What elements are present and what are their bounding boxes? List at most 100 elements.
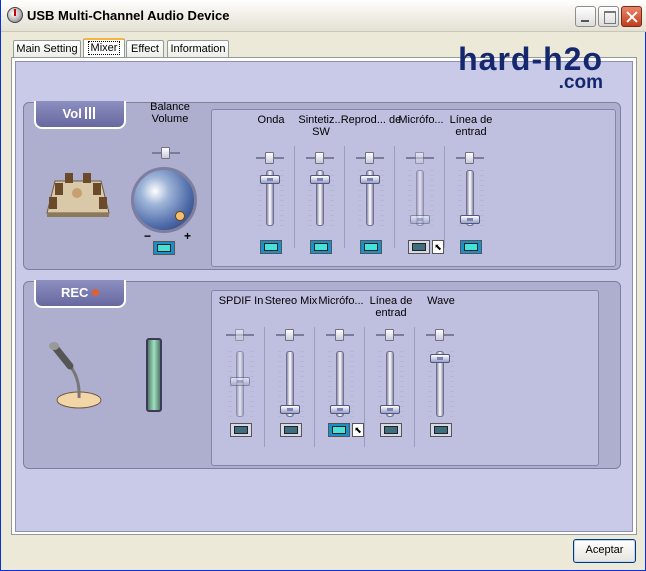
slider-ticks — [330, 170, 334, 226]
title-bar: USB Multi-Channel Audio Device — [1, 0, 646, 32]
slider-ticks — [280, 170, 284, 226]
slider-ticks — [300, 351, 304, 417]
channel-mute-button[interactable] — [310, 240, 332, 254]
recording-section-tab: REC — [34, 280, 126, 308]
balance-slider-thumb[interactable] — [465, 152, 474, 164]
channel-strip: Línea de entrad — [446, 114, 496, 264]
channel-mute-button[interactable] — [260, 240, 282, 254]
recording-channels: SPDIF In Stereo Mix Micrófo... ⬉ Línea de en… — [211, 290, 599, 466]
channel-mute-button[interactable] — [360, 240, 382, 254]
speaker-mute-icon — [264, 243, 278, 251]
volume-slider-thumb[interactable] — [280, 405, 300, 415]
channel-balance-slider[interactable] — [306, 152, 334, 164]
record-dot-icon — [92, 289, 100, 296]
channel-mute-button[interactable] — [460, 240, 482, 254]
balance-slider[interactable] — [152, 147, 180, 159]
volume-slider-thumb[interactable] — [430, 353, 450, 363]
balance-slider-thumb[interactable] — [161, 147, 170, 159]
maximize-button[interactable] — [598, 6, 619, 27]
balance-slider-thumb[interactable] — [285, 329, 294, 341]
channel-divider — [444, 146, 445, 248]
channel-divider — [364, 327, 365, 447]
tab-mixer[interactable]: Mixer — [83, 38, 125, 58]
channel-strip: Reprod... de — [341, 114, 401, 264]
window: USB Multi-Channel Audio Device Main Sett… — [0, 0, 646, 571]
recording-level-meter — [146, 338, 162, 412]
channel-divider — [294, 146, 295, 248]
close-button[interactable] — [621, 6, 642, 27]
record-select-icon[interactable]: ⬉ — [352, 423, 364, 437]
channel-strip: SPDIF In — [216, 295, 266, 463]
recording-section: REC SPDIF In Stereo Mix Micrófo... ⬉ Línea d… — [23, 280, 621, 469]
channel-strip: Wave — [416, 295, 466, 463]
channel-mute-button[interactable] — [230, 423, 252, 437]
balance-slider-thumb[interactable] — [335, 329, 344, 341]
slider-ticks — [450, 351, 454, 417]
volume-slider-thumb[interactable] — [330, 405, 350, 415]
balance-slider-thumb[interactable] — [385, 329, 394, 341]
channel-balance-slider[interactable] — [406, 152, 434, 164]
speaker-mute-icon — [314, 243, 328, 251]
volume-slider-thumb[interactable] — [360, 174, 380, 184]
channel-mute-button[interactable] — [408, 240, 430, 254]
volume-slider-thumb[interactable] — [230, 376, 250, 386]
accept-button[interactable]: Aceptar — [573, 539, 636, 563]
channel-divider — [264, 327, 265, 447]
playback-section-tab: Vol — [34, 101, 126, 129]
channel-strip: Línea de entrad — [366, 295, 416, 463]
channel-strip: Stereo Mix — [265, 295, 317, 463]
channel-balance-slider[interactable] — [456, 152, 484, 164]
channel-strip: Onda — [246, 114, 296, 264]
channel-strip: Sintetiz... SW — [296, 114, 346, 264]
channel-mute-button[interactable] — [380, 423, 402, 437]
balance-slider-thumb[interactable] — [415, 152, 424, 164]
volume-slider-thumb[interactable] — [410, 214, 430, 224]
channel-mute-button[interactable] — [280, 423, 302, 437]
audio-device-icon[interactable] — [7, 7, 23, 23]
channel-balance-slider[interactable] — [326, 329, 354, 341]
balance-slider-thumb[interactable] — [265, 152, 274, 164]
balance-slider-thumb[interactable] — [235, 329, 244, 341]
channel-balance-slider[interactable] — [276, 329, 304, 341]
slider-ticks — [430, 170, 434, 226]
balance-volume-label: Balance Volume — [150, 101, 190, 125]
channel-mute-button[interactable] — [328, 423, 350, 437]
tab-label: Effect — [131, 43, 159, 55]
tab-label: Main Setting — [16, 43, 78, 55]
tab-main-setting[interactable]: Main Setting — [13, 40, 81, 58]
tab-effect[interactable]: Effect — [126, 40, 164, 58]
playback-channels: Onda Sintetiz... SW Reprod... de Micrófo...… — [211, 109, 616, 267]
slider-ticks — [380, 170, 384, 226]
balance-slider-thumb[interactable] — [365, 152, 374, 164]
channel-mute-button[interactable] — [430, 423, 452, 437]
master-mute-button[interactable] — [153, 241, 175, 255]
volume-slider-thumb[interactable] — [260, 174, 280, 184]
channel-balance-slider[interactable] — [426, 329, 454, 341]
volume-slider-thumb[interactable] — [310, 174, 330, 184]
tab-information[interactable]: Information — [167, 40, 229, 58]
channel-balance-slider[interactable] — [256, 152, 284, 164]
speaker-mute-icon — [384, 426, 398, 434]
channel-balance-slider[interactable] — [226, 329, 254, 341]
section-label: REC — [60, 285, 89, 300]
channel-balance-slider[interactable] — [376, 329, 404, 341]
channel-label: Wave — [427, 295, 455, 307]
slider-ticks — [480, 170, 484, 226]
volume-slider-thumb[interactable] — [380, 405, 400, 415]
minimize-button[interactable] — [575, 6, 596, 27]
channel-balance-slider[interactable] — [356, 152, 384, 164]
channel-label: Línea de entrad — [449, 114, 493, 138]
channel-divider — [344, 146, 345, 248]
volume-bars-icon — [85, 107, 98, 119]
channel-divider — [314, 327, 315, 447]
record-select-icon[interactable]: ⬉ — [432, 240, 444, 254]
speaker-mute-icon — [364, 243, 378, 251]
microphone-icon — [49, 342, 102, 409]
tab-label: Information — [170, 43, 226, 55]
balance-slider-thumb[interactable] — [315, 152, 324, 164]
master-volume-dial[interactable] — [131, 167, 197, 233]
logo-text: hard-h2o — [458, 41, 603, 77]
volume-slider-thumb[interactable] — [460, 214, 480, 224]
speaker-mute-icon — [234, 426, 248, 434]
balance-slider-thumb[interactable] — [435, 329, 444, 341]
